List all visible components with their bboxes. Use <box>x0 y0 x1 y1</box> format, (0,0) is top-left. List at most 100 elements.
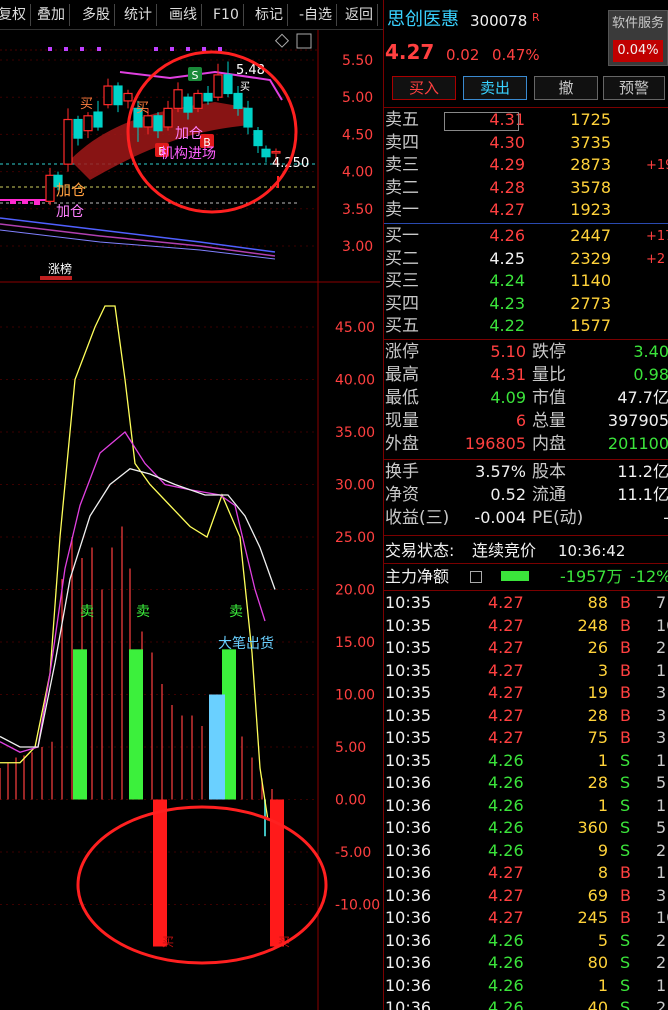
tick-count: 1 <box>656 863 667 882</box>
buy-button[interactable]: 买入 <box>392 76 456 100</box>
stat-label: 总量 <box>532 411 566 431</box>
tick-row[interactable]: 10:36 4.27 8 B 1 <box>384 863 668 885</box>
tick-side: S <box>620 975 631 995</box>
rank-label: 涨榜 <box>48 261 72 276</box>
toolbar-item-6[interactable]: 标记 <box>251 4 288 26</box>
sell_levels-label: 卖二 <box>385 177 419 198</box>
toolbar-item-5[interactable]: F10 <box>209 4 244 26</box>
chart-area[interactable]: 5.50 5.00 4.50 4.00 3.50 3.00 45.00 40.00 35.00 3… <box>0 30 380 1010</box>
candle-body <box>93 111 103 128</box>
tick-time: 10:36 <box>385 975 432 995</box>
indicator-tick-label: 40.00 <box>335 373 375 389</box>
list-icon[interactable] <box>470 571 482 583</box>
buy_levels-label: 买四 <box>385 293 419 314</box>
netflow-label: 主力净额 <box>385 567 450 586</box>
indicator-tick-label: 25.00 <box>335 530 375 546</box>
tick-row[interactable]: 10:35 4.27 75 B 3 <box>384 728 668 750</box>
tick-count: 10 <box>656 615 668 635</box>
tick-price: 4.27 <box>488 728 524 747</box>
stat-value: 397905 <box>607 411 668 430</box>
tick-row[interactable]: 10:35 4.27 28 B 3 <box>384 706 668 728</box>
tick-row[interactable]: 10:36 4.27 69 B 3 <box>384 886 668 908</box>
stat-value: 0.98 <box>633 365 668 384</box>
sell_levels-price: 4.30 <box>489 132 525 152</box>
toolbar-item-3[interactable]: 统计 <box>120 4 157 26</box>
tick-row[interactable]: 10:36 4.27 245 B 10 <box>384 908 668 930</box>
fundamental-stats: 换手 3.57% 股本 11.2亿 净资 0.52 流通 11.1亿 收益(三) -0.004 PE… <box>384 462 668 532</box>
tick-side: B <box>620 615 631 635</box>
tick-price: 4.27 <box>488 683 524 702</box>
tick-count: 7 <box>656 593 667 612</box>
stat-value: 11.1亿 <box>617 485 668 504</box>
tick-side: S <box>620 998 631 1010</box>
stock-code: 300078 <box>470 12 528 30</box>
dot-marker <box>34 201 40 205</box>
tick-time: 10:36 <box>385 818 432 837</box>
tick-row[interactable]: 10:35 4.27 248 B 10 <box>384 616 668 638</box>
indicator-tick-label: 15.00 <box>335 635 375 651</box>
alert-button[interactable]: 预警 <box>603 76 665 100</box>
candle-body <box>153 115 163 132</box>
tick-time: 10:35 <box>385 705 432 725</box>
toolbar-item-7[interactable]: -自选 <box>295 4 338 26</box>
tick-count: 10 <box>656 908 668 927</box>
stat-value: 5.10 <box>490 342 526 361</box>
tick-price: 4.27 <box>488 660 524 680</box>
sector-service-box[interactable]: 软件服务 0.04% <box>608 10 668 66</box>
tick-row[interactable]: 10:36 4.26 1 S 1 <box>384 796 668 818</box>
sell_levels-volume: 1923 <box>570 200 611 219</box>
tick-row[interactable]: 10:35 4.27 19 B 3 <box>384 683 668 705</box>
top-marker <box>64 47 68 51</box>
sell_levels-volume: 3735 <box>570 132 611 152</box>
tick-side: B <box>620 705 631 725</box>
stat-value: - <box>594 508 668 528</box>
toolbar-item-1[interactable]: 叠加 <box>33 4 70 26</box>
buy_levels-price: 4.26 <box>489 226 525 245</box>
tick-row[interactable]: 10:36 4.26 9 S 2 <box>384 841 668 863</box>
price-tick-label: 3.50 <box>342 202 373 218</box>
stat-value: 47.7亿 <box>617 388 668 407</box>
toolbar-item-0[interactable]: 复权 <box>0 4 31 26</box>
stat-value: 196805 <box>464 434 526 453</box>
tick-row[interactable]: 10:36 4.26 40 S 2 <box>384 998 668 1010</box>
tick-list[interactable]: 10:35 4.27 88 B 7 10:35 4.27 248 B 10 10:35 4.27 26 B… <box>384 593 668 1010</box>
sell_levels-volume: 1725 <box>570 110 611 129</box>
sell-button[interactable]: 卖出 <box>463 76 527 100</box>
toolbar-item-4[interactable]: 画线 <box>165 4 202 26</box>
tick-row[interactable]: 10:36 4.26 28 S 5 <box>384 773 668 795</box>
tick-volume: 1 <box>597 750 608 770</box>
tick-side: S <box>620 818 631 837</box>
tick-count: 1 <box>656 975 667 995</box>
toolbar-item-8[interactable]: 返回 <box>341 4 378 26</box>
stat-label: PE(动) <box>532 508 584 528</box>
tick-row[interactable]: 10:36 4.26 1 S 1 <box>384 976 668 998</box>
top-marker <box>218 47 222 51</box>
add-position-label: 加仓 <box>56 181 86 199</box>
tick-row[interactable]: 10:36 4.26 80 S 2 <box>384 953 668 975</box>
tick-row[interactable]: 10:36 4.26 360 S 5 <box>384 818 668 840</box>
cancel-button[interactable]: 撤 <box>534 76 598 100</box>
price-tick-label: 3.00 <box>342 239 373 255</box>
price-pct: 0.47% <box>492 46 540 64</box>
candle-body <box>123 92 133 102</box>
sell_levels-change: +19 <box>646 158 668 173</box>
tick-row[interactable]: 10:35 4.27 88 B 7 <box>384 593 668 615</box>
tick-row[interactable]: 10:36 4.26 5 S 2 <box>384 931 668 953</box>
tick-volume: 1 <box>597 795 608 815</box>
tick-volume: 360 <box>577 818 608 837</box>
stat-label: 换手 <box>385 462 419 482</box>
tick-row[interactable]: 10:35 4.27 3 B 1 <box>384 661 668 683</box>
candle-body <box>143 115 153 128</box>
ma-line <box>0 223 276 257</box>
tick-row[interactable]: 10:35 4.27 26 B 2 <box>384 638 668 660</box>
kline-and-indicator-chart[interactable]: 5.50 5.00 4.50 4.00 3.50 3.00 45.00 40.00 35.00 3… <box>0 30 380 1010</box>
tick-side: B <box>620 593 631 612</box>
stat-label: 最高 <box>385 365 419 385</box>
buy-mark: 买 <box>136 101 149 116</box>
tick-row[interactable]: 10:35 4.26 1 S 1 <box>384 751 668 773</box>
candle-body <box>45 174 55 202</box>
tick-side: B <box>620 660 631 680</box>
top-marker <box>202 47 206 51</box>
toolbar-item-2[interactable]: 多股 <box>78 4 115 26</box>
trade-status-label: 交易状态: <box>385 541 455 560</box>
